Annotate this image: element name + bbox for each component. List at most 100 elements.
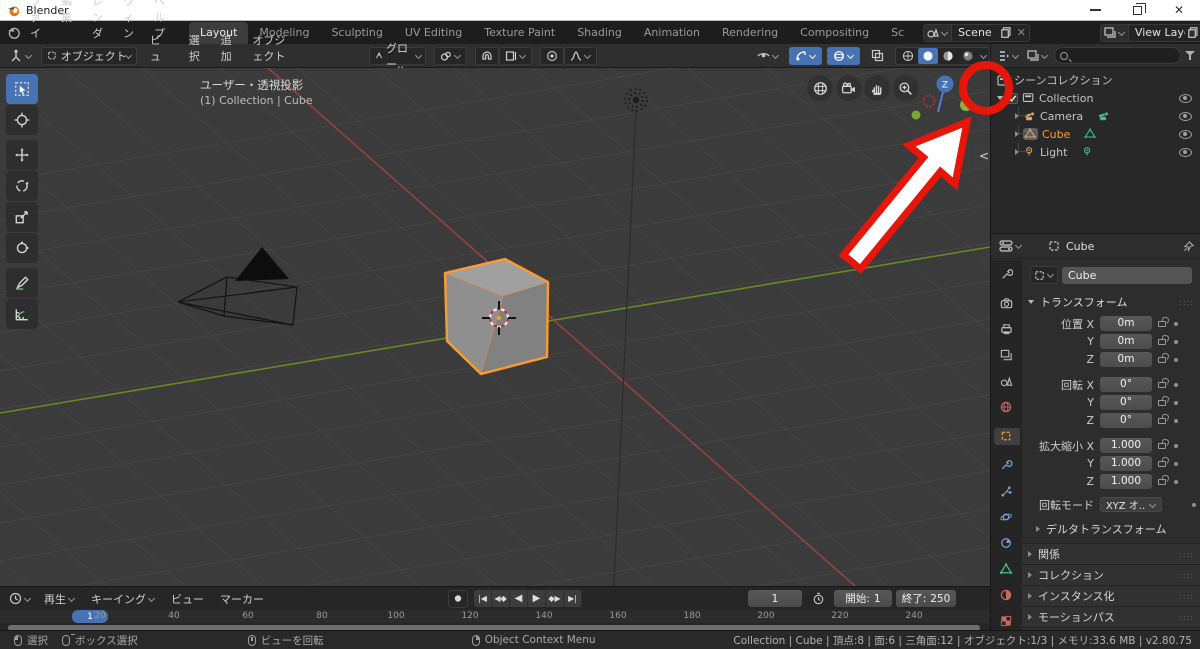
panel-0[interactable]: 関係 :::: bbox=[1022, 543, 1200, 564]
animate-dot[interactable] bbox=[1174, 443, 1178, 448]
object-visibility-dropdown[interactable] bbox=[752, 47, 784, 64]
snap-toggle[interactable] bbox=[475, 46, 499, 65]
panel-2[interactable]: インスタンス化 :::: bbox=[1022, 585, 1200, 606]
lock-icon[interactable] bbox=[1158, 442, 1166, 449]
panel-drag-handle[interactable]: :::: bbox=[1179, 298, 1194, 307]
unlink-scene-icon[interactable]: ✕ bbox=[1014, 26, 1029, 39]
object-name-field[interactable]: Cube bbox=[1062, 266, 1192, 284]
proportional-edit-toggle[interactable] bbox=[540, 46, 564, 65]
shading-wireframe-button[interactable] bbox=[898, 48, 918, 64]
animate-dot[interactable] bbox=[1192, 502, 1196, 507]
properties-tab-texture[interactable] bbox=[994, 613, 1020, 630]
viewport-3d[interactable]: Z ユーザー・透視投影 (1) Collection | Cube < bbox=[0, 68, 990, 586]
play-button[interactable]: ▶ bbox=[528, 590, 546, 607]
properties-tab-object-data[interactable] bbox=[994, 561, 1020, 578]
rotate-tool-button[interactable] bbox=[6, 171, 38, 201]
outliner-filter-dropdown[interactable] bbox=[1025, 48, 1050, 64]
properties-tab-particles[interactable] bbox=[994, 483, 1020, 500]
view-layer-name[interactable]: View Layer bbox=[1129, 26, 1185, 39]
properties-tab-world[interactable] bbox=[994, 399, 1020, 416]
scene-collection-row[interactable]: シーンコレクション bbox=[991, 71, 1200, 89]
cursor-tool-button[interactable] bbox=[6, 105, 38, 135]
lock-icon[interactable] bbox=[1158, 460, 1166, 467]
workspace-tab-rendering[interactable]: Rendering bbox=[711, 22, 789, 44]
lock-icon[interactable] bbox=[1158, 417, 1166, 424]
lock-icon[interactable] bbox=[1158, 399, 1166, 406]
sidebar-collapse-button[interactable]: < bbox=[974, 145, 990, 167]
workspace-tab-sc[interactable]: Sc bbox=[880, 22, 915, 44]
preview-range-clock-icon[interactable] bbox=[807, 590, 830, 607]
animate-dot[interactable] bbox=[1174, 461, 1178, 466]
properties-tab-output[interactable] bbox=[994, 321, 1020, 338]
value-field[interactable]: 0° bbox=[1100, 413, 1152, 428]
panel-drag-handle[interactable]: :::: bbox=[1179, 550, 1194, 559]
measure-tool-button[interactable] bbox=[6, 299, 38, 329]
lock-icon[interactable] bbox=[1158, 381, 1166, 388]
select-box-tool-button[interactable] bbox=[6, 74, 38, 104]
animate-dot[interactable] bbox=[1174, 382, 1178, 387]
expand-icon[interactable] bbox=[997, 96, 1003, 100]
lock-icon[interactable] bbox=[1158, 320, 1166, 327]
timeline-menu-2[interactable]: ビュー bbox=[163, 588, 212, 610]
properties-tab-modifiers[interactable] bbox=[994, 457, 1020, 474]
outliner-row-collection[interactable]: Collection bbox=[991, 89, 1200, 107]
minimize-button[interactable] bbox=[1074, 0, 1116, 20]
workspace-tab-sculpting[interactable]: Sculpting bbox=[320, 22, 393, 44]
object-id-icon[interactable] bbox=[1030, 266, 1058, 284]
outliner-search-input[interactable] bbox=[1054, 47, 1181, 64]
timeline-menu-3[interactable]: マーカー bbox=[212, 588, 272, 610]
annotate-tool-button[interactable] bbox=[6, 268, 38, 298]
ortho-grid-nav-button[interactable] bbox=[807, 75, 833, 101]
panel-drag-handle[interactable]: :::: bbox=[1179, 571, 1194, 580]
transform-tool-button[interactable] bbox=[6, 233, 38, 263]
visibility-eye-icon[interactable] bbox=[1179, 129, 1192, 139]
jump-start-button[interactable]: |◀ bbox=[474, 590, 492, 607]
collection-checkbox[interactable] bbox=[1007, 92, 1018, 104]
shading-material-button[interactable] bbox=[938, 48, 958, 64]
mode-dropdown[interactable]: オブジェクト.. bbox=[41, 46, 137, 65]
workspace-tab-texture-paint[interactable]: Texture Paint bbox=[473, 22, 566, 44]
item-label[interactable]: Light bbox=[1040, 146, 1067, 159]
value-field[interactable]: 1.000 bbox=[1100, 474, 1152, 489]
overlays-toggle[interactable] bbox=[827, 46, 860, 65]
properties-tab-material[interactable] bbox=[994, 587, 1020, 604]
prev-frame-button[interactable]: ◀ bbox=[510, 590, 528, 607]
camera-data-icon[interactable] bbox=[1097, 110, 1110, 122]
lock-icon[interactable] bbox=[1158, 356, 1166, 363]
outliner-row-light[interactable]: Light bbox=[991, 143, 1200, 161]
timeline-ruler[interactable]: 1 20 40 60 80 100 120 140 160 180 200 220 240 bbox=[0, 610, 990, 623]
shading-rendered-button[interactable] bbox=[958, 48, 978, 64]
value-field[interactable]: 1.000 bbox=[1100, 438, 1152, 453]
animate-dot[interactable] bbox=[1174, 418, 1178, 423]
mesh-data-icon[interactable] bbox=[1084, 128, 1097, 140]
workspace-tab-compositing[interactable]: Compositing bbox=[789, 22, 880, 44]
editor-type-button[interactable] bbox=[4, 47, 37, 65]
scale-tool-button[interactable] bbox=[6, 202, 38, 232]
rotation-mode-dropdown[interactable]: XYZ オ.. bbox=[1100, 497, 1162, 512]
zoom-nav-button[interactable] bbox=[892, 75, 919, 101]
record-button[interactable] bbox=[448, 589, 468, 608]
shading-solid-button[interactable] bbox=[918, 47, 938, 64]
lock-icon[interactable] bbox=[1158, 338, 1166, 345]
scene-selector[interactable]: Scene ✕ bbox=[923, 23, 1030, 42]
frame-start-field[interactable]: 開始: 1 bbox=[834, 590, 892, 607]
camera-view-nav-button[interactable] bbox=[835, 75, 862, 101]
properties-editor-type-button[interactable] bbox=[997, 238, 1024, 254]
prev-keyframe-button[interactable]: ◀◆ bbox=[492, 590, 510, 607]
animate-dot[interactable] bbox=[1174, 321, 1178, 326]
restore-button[interactable] bbox=[1116, 0, 1158, 20]
properties-tab-object[interactable] bbox=[993, 428, 1020, 445]
pan-hand-nav-button[interactable] bbox=[864, 75, 890, 101]
pin-icon[interactable] bbox=[1183, 240, 1194, 252]
scene-collection-label[interactable]: シーンコレクション bbox=[1014, 72, 1112, 88]
pivot-dropdown[interactable] bbox=[434, 46, 467, 65]
scene-icon[interactable] bbox=[924, 24, 953, 41]
animate-dot[interactable] bbox=[1174, 357, 1178, 362]
timeline-menu-1[interactable]: キーイング bbox=[83, 588, 163, 610]
value-field[interactable]: 0° bbox=[1100, 377, 1152, 392]
animate-dot[interactable] bbox=[1174, 400, 1178, 405]
value-field[interactable]: 0° bbox=[1100, 395, 1152, 410]
view-layer-selector[interactable]: View Layer ✕ bbox=[1099, 23, 1200, 42]
visibility-eye-icon[interactable] bbox=[1179, 147, 1192, 157]
outliner-row-cube[interactable]: Cube bbox=[991, 125, 1200, 143]
